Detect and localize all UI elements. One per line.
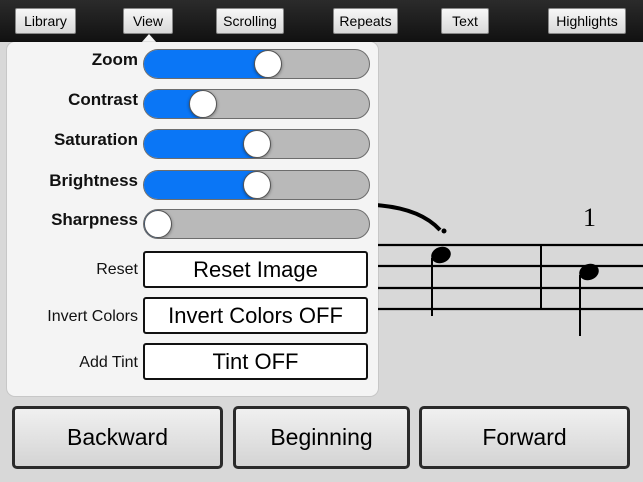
zoom-slider-knob[interactable] [254, 50, 283, 78]
scrolling-button[interactable]: Scrolling [216, 8, 284, 34]
brightness-slider[interactable] [143, 170, 370, 200]
top-toolbar: Library View Scrolling Repeats Text High… [0, 0, 643, 42]
saturation-slider[interactable] [143, 129, 370, 159]
measure-number: 1 [583, 203, 596, 232]
contrast-slider-knob[interactable] [189, 90, 218, 118]
beginning-button[interactable]: Beginning [233, 406, 410, 469]
highlights-button[interactable]: Highlights [548, 8, 626, 34]
sharpness-slider-knob[interactable] [144, 210, 172, 238]
reset-label: Reset [96, 261, 138, 278]
sharpness-slider[interactable] [143, 209, 370, 239]
text-button[interactable]: Text [441, 8, 489, 34]
library-button[interactable]: Library [15, 8, 76, 34]
view-button[interactable]: View [123, 8, 173, 34]
contrast-slider[interactable] [143, 89, 370, 119]
repeats-button[interactable]: Repeats [333, 8, 398, 34]
slur-mark [374, 203, 442, 232]
zoom-slider[interactable] [143, 49, 370, 79]
saturation-label: Saturation [53, 130, 138, 149]
forward-button[interactable]: Forward [419, 406, 630, 469]
tint-button[interactable]: Tint OFF [143, 343, 368, 380]
sharpness-label: Sharpness [51, 210, 138, 229]
brightness-slider-knob[interactable] [242, 171, 271, 199]
view-panel: Zoom Contrast Saturation Brightness Shar… [7, 42, 378, 396]
zoom-label: Zoom [91, 50, 138, 69]
backward-button[interactable]: Backward [12, 406, 223, 469]
invert-colors-button[interactable]: Invert Colors OFF [143, 297, 368, 334]
brightness-label: Brightness [49, 171, 138, 190]
add-tint-label: Add Tint [79, 354, 138, 371]
reset-image-button[interactable]: Reset Image [143, 251, 368, 288]
invert-colors-label: Invert Colors [47, 308, 138, 325]
contrast-label: Contrast [68, 90, 138, 109]
saturation-slider-knob[interactable] [242, 130, 271, 158]
